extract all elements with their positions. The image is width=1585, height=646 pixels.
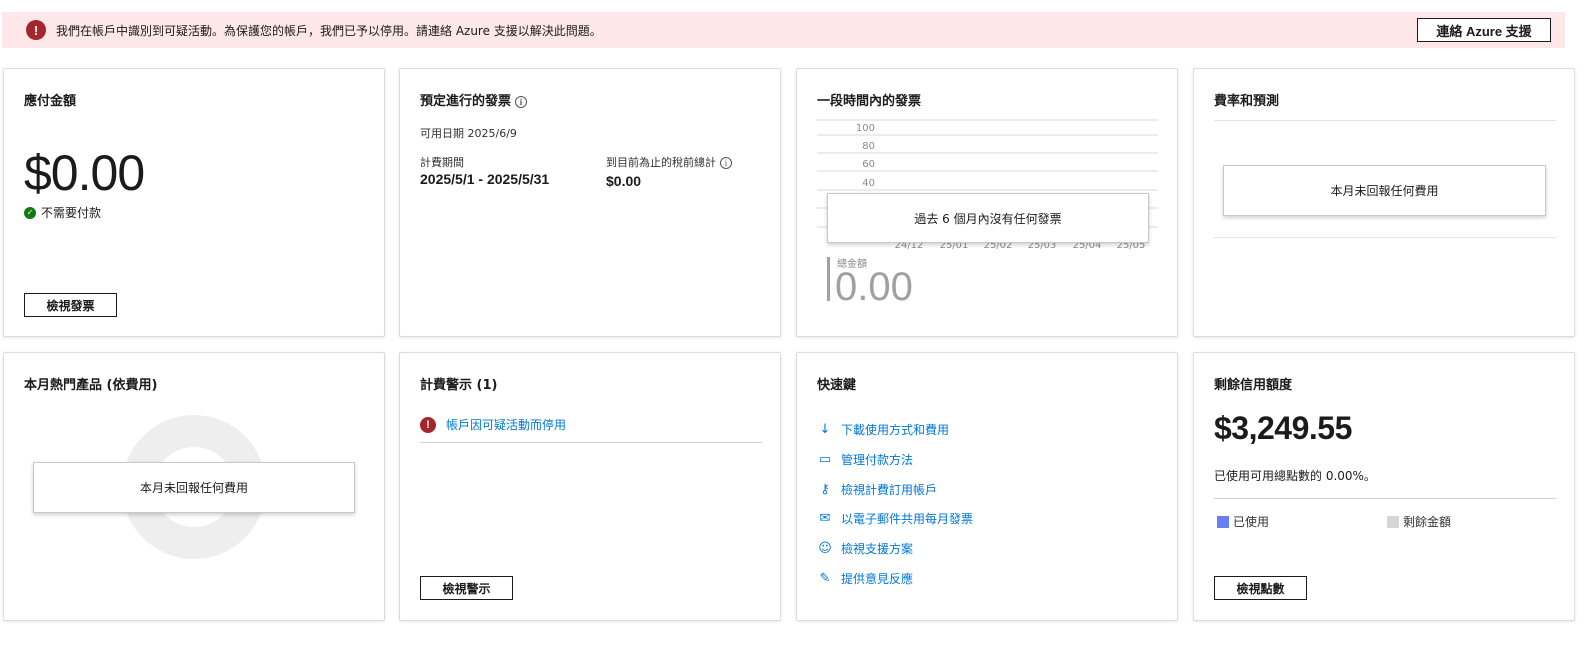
legend-swatch-remaining bbox=[1387, 515, 1399, 528]
total-indicator-bar bbox=[827, 257, 830, 301]
remaining-credit-card: 剩餘信用額度 $3,249.55 已使用可用總點數的 0.00%。 已使用 剩餘… bbox=[1193, 352, 1575, 621]
download-icon: ↓ bbox=[819, 422, 831, 438]
card-title: 本月熱門產品 (依費用) bbox=[24, 378, 158, 393]
view-invoices-button[interactable]: 檢視發票 bbox=[24, 293, 117, 317]
legend-used: 已使用 bbox=[1217, 513, 1269, 530]
amount-due-card: 應付金額 $0.00 ✓ 不需要付款 檢視發票 bbox=[3, 68, 385, 337]
rates-forecast-card: 費率和預測 本月未回報任何費用 bbox=[1193, 68, 1575, 337]
card-title: 預定進行的發票 i bbox=[420, 90, 528, 109]
shortcut-manage-payment[interactable]: ▭ 管理付款方法 bbox=[817, 445, 973, 475]
billing-alerts-card: 計費警示 (1) ! 帳戶因可疑活動而停用 檢視警示 bbox=[399, 352, 781, 621]
info-icon[interactable]: i bbox=[720, 157, 732, 169]
support-icon: ☺ bbox=[818, 541, 832, 557]
feedback-icon: ✎ bbox=[819, 570, 831, 586]
pretax-total-value: $0.00 bbox=[606, 173, 642, 189]
shortcut-label[interactable]: 管理付款方法 bbox=[841, 451, 913, 468]
shortcuts-card: 快速鍵 ↓ 下載使用方式和費用 ▭ 管理付款方法 ⚷ 檢視計費訂用帳戶 ✉ 以電… bbox=[796, 352, 1178, 621]
no-invoices-message: 過去 6 個月內沒有任何發票 bbox=[827, 193, 1149, 243]
divider bbox=[1214, 237, 1556, 238]
shortcut-label[interactable]: 提供意見反應 bbox=[841, 570, 913, 587]
shortcut-list: ↓ 下載使用方式和費用 ▭ 管理付款方法 ⚷ 檢視計費訂用帳戶 ✉ 以電子郵件共… bbox=[817, 415, 973, 593]
error-icon: ! bbox=[420, 416, 436, 433]
alert-item[interactable]: ! 帳戶因可疑活動而停用 bbox=[420, 415, 762, 443]
shortcut-support-plans[interactable]: ☺ 檢視支援方案 bbox=[817, 534, 973, 564]
y-tick-label: 80 bbox=[862, 141, 875, 152]
alert-link[interactable]: 帳戶因可疑活動而停用 bbox=[446, 416, 566, 433]
error-icon: ! bbox=[26, 20, 46, 40]
billing-period-label: 計費期間 bbox=[420, 156, 464, 169]
suspension-banner: ! 我們在帳戶中識別到可疑活動。為保護您的帳戶，我們已予以停用。請連絡 Azur… bbox=[2, 12, 1565, 48]
shortcut-label[interactable]: 檢視計費訂用帳戶 bbox=[841, 481, 937, 498]
shortcut-label[interactable]: 檢視支援方案 bbox=[841, 540, 913, 557]
check-circle-icon: ✓ bbox=[24, 206, 36, 219]
mail-icon: ✉ bbox=[819, 511, 831, 527]
shortcut-label[interactable]: 下載使用方式和費用 bbox=[841, 421, 949, 438]
amount-due-value: $0.00 bbox=[24, 145, 145, 201]
shortcut-email-invoice[interactable]: ✉ 以電子郵件共用每月發票 bbox=[817, 504, 973, 534]
divider bbox=[1214, 498, 1556, 499]
card-title: 費率和預測 bbox=[1214, 94, 1280, 109]
pretax-total-label: 到目前為止的稅前總計 i bbox=[606, 154, 732, 170]
info-icon[interactable]: i bbox=[515, 95, 528, 108]
no-charges-message: 本月未回報任何費用 bbox=[33, 462, 355, 513]
card-title: 快速鍵 bbox=[817, 378, 857, 393]
shortcut-label[interactable]: 以電子郵件共用每月發票 bbox=[841, 510, 973, 527]
shortcut-download-usage[interactable]: ↓ 下載使用方式和費用 bbox=[817, 415, 973, 445]
payment-status-label: 不需要付款 bbox=[41, 206, 102, 220]
invoices-over-time-card: 一段時間內的發票 100 80 60 40 24/12 25/01 25/02 … bbox=[796, 68, 1178, 337]
available-date: 可用日期 2025/6/9 bbox=[420, 127, 517, 140]
contact-azure-support-button[interactable]: 連絡 Azure 支援 bbox=[1417, 18, 1551, 42]
view-credits-button[interactable]: 檢視點數 bbox=[1214, 576, 1307, 600]
legend-remaining: 剩餘金額 bbox=[1387, 513, 1451, 530]
legend-label: 剩餘金額 bbox=[1403, 515, 1452, 529]
y-tick-label: 60 bbox=[862, 159, 875, 170]
payment-status: ✓ 不需要付款 bbox=[24, 204, 101, 221]
y-tick-label: 40 bbox=[862, 178, 875, 189]
no-charges-message: 本月未回報任何費用 bbox=[1223, 165, 1546, 216]
billing-period-value: 2025/5/1 - 2025/5/31 bbox=[420, 171, 550, 187]
card-title: 應付金額 bbox=[24, 94, 77, 109]
upcoming-invoice-card: 預定進行的發票 i 可用日期 2025/6/9 計費期間 2025/5/1 - 2… bbox=[399, 68, 781, 337]
top-products-card: 本月熱門產品 (依費用) 本月未回報任何費用 bbox=[3, 352, 385, 621]
card-title: 計費警示 (1) bbox=[420, 378, 498, 393]
view-alerts-button[interactable]: 檢視警示 bbox=[420, 576, 513, 600]
y-tick-label: 100 bbox=[856, 123, 875, 134]
total-amount-value: 0.00 bbox=[835, 265, 913, 309]
card-title-label: 預定進行的發票 bbox=[420, 94, 512, 109]
key-icon: ⚷ bbox=[820, 481, 830, 497]
divider bbox=[1214, 120, 1556, 121]
remaining-credit-value: $3,249.55 bbox=[1214, 410, 1352, 446]
card-title: 剩餘信用額度 bbox=[1214, 378, 1293, 393]
credit-card-icon: ▭ bbox=[818, 452, 832, 468]
credit-used-text: 已使用可用總點數的 0.00%。 bbox=[1214, 469, 1376, 483]
shortcut-view-subscriptions[interactable]: ⚷ 檢視計費訂用帳戶 bbox=[817, 474, 973, 504]
banner-message: 我們在帳戶中識別到可疑活動。為保護您的帳戶，我們已予以停用。請連絡 Azure … bbox=[56, 23, 602, 38]
pretax-total-label-text: 到目前為止的稅前總計 bbox=[606, 156, 716, 169]
legend-label: 已使用 bbox=[1233, 515, 1270, 529]
shortcut-feedback[interactable]: ✎ 提供意見反應 bbox=[817, 563, 973, 593]
legend-swatch-used bbox=[1217, 515, 1229, 528]
